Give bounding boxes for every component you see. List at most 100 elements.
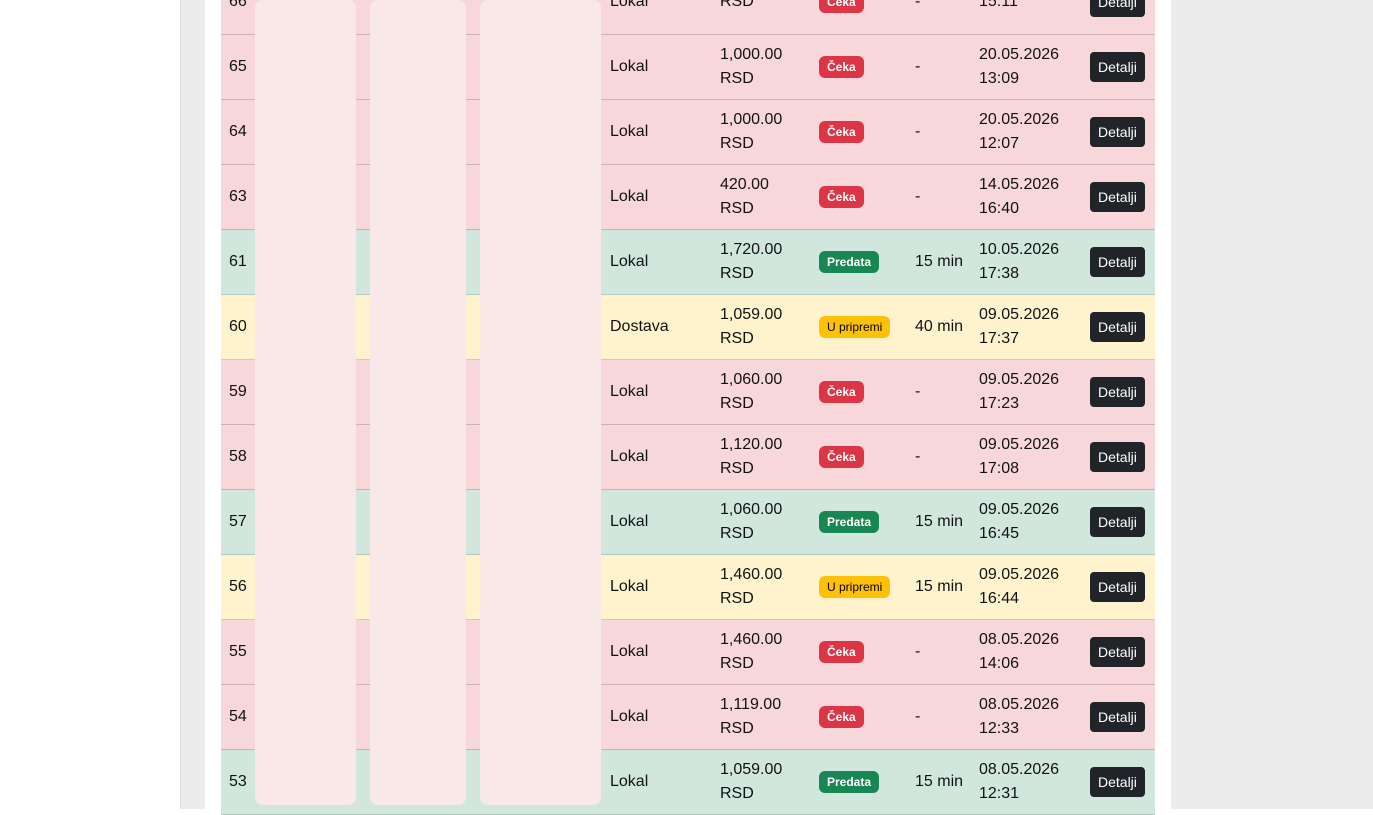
order-date: 09.05.2026: [979, 501, 1060, 518]
order-prep-time: 40 min: [915, 318, 964, 335]
order-status: Čeka: [819, 425, 864, 489]
table-row: 61 Lokal 1,720.00 RSD Predata 15 min 10.05.202…: [221, 230, 1155, 295]
order-id: 58: [229, 448, 247, 465]
order-date: 14.05.2026: [979, 176, 1060, 193]
order-actions: Detalji: [1090, 0, 1145, 34]
order-amount: 1,059.00 RSD: [720, 295, 782, 359]
order-amount-value: 1,460.00: [720, 566, 783, 583]
details-button[interactable]: Detalji: [1090, 507, 1145, 537]
order-prep-time: -: [915, 708, 921, 725]
order-time: 12:33: [979, 720, 1020, 737]
order-datetime: 09.05.2026 16:45: [979, 490, 1059, 554]
details-button[interactable]: Detalji: [1090, 377, 1145, 407]
order-amount-currency: RSD: [720, 525, 754, 542]
order-prep-time: -: [915, 448, 921, 465]
order-date: 08.05.2026: [979, 631, 1060, 648]
details-button[interactable]: Detalji: [1090, 637, 1145, 667]
order-amount-currency: RSD: [720, 0, 754, 10]
details-button[interactable]: Detalji: [1090, 702, 1145, 732]
order-datetime: 10.05.2026 17:38: [979, 230, 1059, 294]
details-button[interactable]: Detalji: [1090, 117, 1145, 147]
status-badge: Čeka: [819, 641, 864, 663]
details-button[interactable]: Detalji: [1090, 312, 1145, 342]
order-prep-time: 15 min: [915, 253, 964, 270]
details-button[interactable]: Detalji: [1090, 0, 1145, 17]
details-button[interactable]: Detalji: [1090, 442, 1145, 472]
order-date: 10.05.2026: [979, 241, 1060, 258]
order-amount-value: 1,060.00: [720, 501, 783, 518]
order-actions: Detalji: [1090, 425, 1145, 489]
order-id: 60: [229, 318, 247, 335]
details-button[interactable]: Detalji: [1090, 572, 1145, 602]
order-amount-currency: RSD: [720, 70, 754, 87]
order-amount-value: 1,120.00: [720, 436, 783, 453]
order-date: 09.05.2026: [979, 371, 1060, 388]
table-row: 64 Lokal 1,000.00 RSD Čeka - 20.05.2026 12:07 De…: [221, 100, 1155, 165]
order-amount-currency: RSD: [720, 655, 754, 672]
table-row: 54 Lokal 1,119.00 RSD Čeka - 08.05.2026 12:33 De…: [221, 685, 1155, 750]
order-amount: 1,460.00 RSD: [720, 620, 782, 684]
order-type: Lokal: [610, 0, 649, 10]
order-prep-time: -: [915, 643, 921, 660]
order-datetime: 20.05.2026 12:07: [979, 100, 1059, 164]
order-amount-currency: RSD: [720, 330, 754, 347]
redacted-column-phone: [370, 0, 466, 805]
table-row: 57 Lokal 1,060.00 RSD Predata 15 min 09.05.202…: [221, 490, 1155, 555]
details-button[interactable]: Detalji: [1090, 52, 1145, 82]
order-datetime: 09.05.2026 17:23: [979, 360, 1059, 424]
order-amount-currency: RSD: [720, 720, 754, 737]
details-button[interactable]: Detalji: [1090, 182, 1145, 212]
order-status: U pripremi: [819, 555, 891, 619]
order-datetime: 08.05.2026 12:31: [979, 750, 1059, 814]
order-status: Čeka: [819, 35, 864, 99]
order-type: Lokal: [610, 773, 649, 790]
order-amount: RSD: [720, 0, 754, 34]
order-type: Lokal: [610, 448, 649, 465]
order-amount-value: 420.00: [720, 176, 769, 193]
order-time: 12:07: [979, 135, 1020, 152]
order-amount-currency: RSD: [720, 395, 754, 412]
table-row: 59 Lokal 1,060.00 RSD Čeka - 09.05.2026 17:23 De…: [221, 360, 1155, 425]
order-amount-currency: RSD: [720, 200, 754, 217]
order-type: Lokal: [610, 123, 649, 140]
status-badge: Čeka: [819, 381, 864, 403]
order-datetime: 08.05.2026 14:06: [979, 620, 1059, 684]
order-amount: 1,059.00 RSD: [720, 750, 782, 814]
order-id: 57: [229, 513, 247, 530]
order-datetime: 20.05.2026 13:09: [979, 35, 1059, 99]
order-status: Predata: [819, 490, 880, 554]
order-prep-time: -: [915, 383, 921, 400]
order-prep-time: -: [915, 0, 921, 10]
table-row: 53 Lokal 1,059.00 RSD Predata 15 min 08.05.202…: [221, 750, 1155, 815]
status-badge: U pripremi: [819, 576, 891, 598]
order-amount-currency: RSD: [720, 785, 754, 802]
order-amount: 1,119.00 RSD: [720, 685, 781, 749]
details-button[interactable]: Detalji: [1090, 767, 1145, 797]
order-type: Lokal: [610, 513, 649, 530]
order-amount: 1,720.00 RSD: [720, 230, 782, 294]
status-badge: Predata: [819, 251, 880, 273]
order-actions: Detalji: [1090, 685, 1145, 749]
order-prep-time: -: [915, 188, 921, 205]
order-amount-currency: RSD: [720, 590, 754, 607]
order-datetime: 14.05.2026 16:40: [979, 165, 1059, 229]
order-id: 56: [229, 578, 247, 595]
table-row: 58 Lokal 1,120.00 RSD Čeka - 09.05.2026 17:08 De…: [221, 425, 1155, 490]
order-datetime: 09.05.2026 17:37: [979, 295, 1059, 359]
order-prep-time: 15 min: [915, 578, 964, 595]
order-time: 17:38: [979, 265, 1020, 282]
order-id: 54: [229, 708, 247, 725]
order-status: Čeka: [819, 165, 864, 229]
order-amount: 420.00 RSD: [720, 165, 769, 229]
order-datetime: 08.05.2026 12:33: [979, 685, 1059, 749]
order-amount: 1,120.00 RSD: [720, 425, 782, 489]
redacted-column-customer: [255, 0, 356, 805]
order-id: 53: [229, 773, 247, 790]
order-prep-time: -: [915, 123, 921, 140]
order-prep-time: 15 min: [915, 513, 964, 530]
order-datetime: 15:11: [979, 0, 1018, 34]
order-time: 16:45: [979, 525, 1020, 542]
order-amount-value: 1,059.00: [720, 306, 783, 323]
details-button[interactable]: Detalji: [1090, 247, 1145, 277]
order-time: 15:11: [979, 0, 1018, 10]
